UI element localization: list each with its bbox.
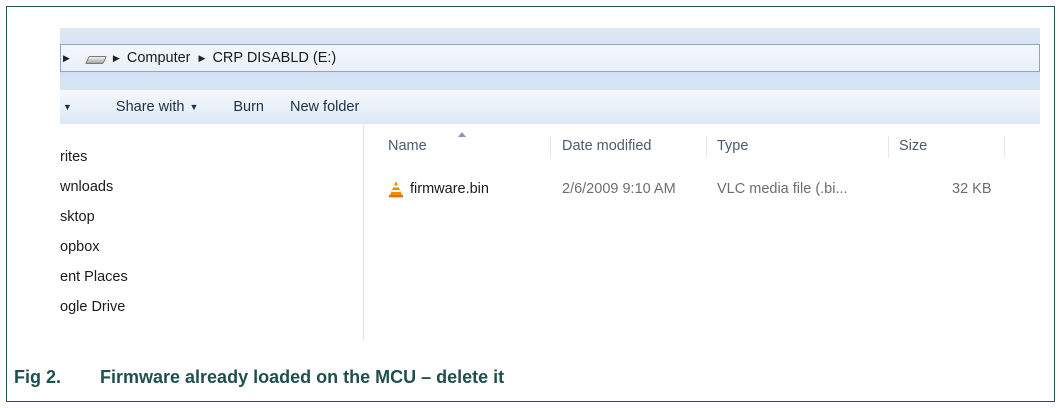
organize-dropdown-caret-icon[interactable]: ▼ [63, 102, 72, 112]
nav-item-google-drive[interactable]: ogle Drive [60, 296, 125, 318]
column-header-type[interactable]: Type [717, 138, 748, 154]
column-divider[interactable] [1004, 136, 1005, 158]
navigation-pane: rites wnloads sktop opbox ent Places ogl… [60, 124, 364, 340]
file-date-modified: 2/6/2009 9:10 AM [562, 181, 676, 197]
new-folder-button[interactable]: New folder [290, 99, 359, 115]
column-divider[interactable] [550, 136, 551, 158]
explorer-window: ▶ ▶ Computer ▶ CRP DISABLD (E:) ▼ Share … [60, 28, 1040, 340]
drive-icon [87, 54, 105, 63]
chevron-right-icon[interactable]: ▶ [113, 53, 120, 64]
file-list-pane: Name Date modified Type Size firmware.bi… [364, 124, 1040, 340]
sort-ascending-icon [458, 132, 466, 137]
address-bar[interactable]: ▶ ▶ Computer ▶ CRP DISABLD (E:) [60, 44, 1040, 72]
breadcrumb-drive[interactable]: CRP DISABLD (E:) [212, 50, 336, 66]
burn-button[interactable]: Burn [233, 99, 264, 115]
chevron-right-icon[interactable]: ▶ [63, 53, 70, 64]
nav-item-favorites[interactable]: rites [60, 146, 87, 168]
share-with-button[interactable]: Share with ▼ [116, 99, 198, 115]
burn-label: Burn [233, 99, 264, 115]
file-name[interactable]: firmware.bin [410, 181, 489, 197]
column-header-name[interactable]: Name [388, 138, 427, 154]
file-type: VLC media file (.bi... [717, 181, 848, 197]
column-divider[interactable] [888, 136, 889, 158]
address-bar-zone: ▶ ▶ Computer ▶ CRP DISABLD (E:) [60, 28, 1040, 90]
share-with-label: Share with [115, 99, 185, 115]
figure-caption-text: Firmware already loaded on the MCU – del… [100, 367, 505, 387]
new-folder-label: New folder [290, 99, 360, 115]
figure-number: Fig 2. [14, 367, 62, 387]
column-header-date-modified[interactable]: Date modified [562, 138, 651, 154]
chevron-right-icon[interactable]: ▶ [199, 53, 206, 64]
command-bar: ▼ Share with ▼ Burn New folder [60, 90, 1040, 125]
file-row[interactable]: firmware.bin 2/6/2009 9:10 AM VLC media … [364, 178, 1040, 202]
file-size: 32 KB [952, 181, 992, 197]
chevron-down-icon: ▼ [189, 102, 199, 112]
column-divider[interactable] [706, 136, 707, 158]
nav-item-recent-places[interactable]: ent Places [60, 266, 128, 288]
column-header-size[interactable]: Size [899, 138, 927, 154]
vlc-cone-icon [389, 181, 403, 198]
nav-item-downloads[interactable]: wnloads [60, 176, 113, 198]
breadcrumb-computer[interactable]: Computer [127, 50, 191, 66]
nav-item-desktop[interactable]: sktop [60, 206, 95, 228]
figure-caption: Fig 2. Firmware already loaded on the MCU… [14, 367, 504, 388]
nav-item-dropbox[interactable]: opbox [60, 236, 100, 258]
